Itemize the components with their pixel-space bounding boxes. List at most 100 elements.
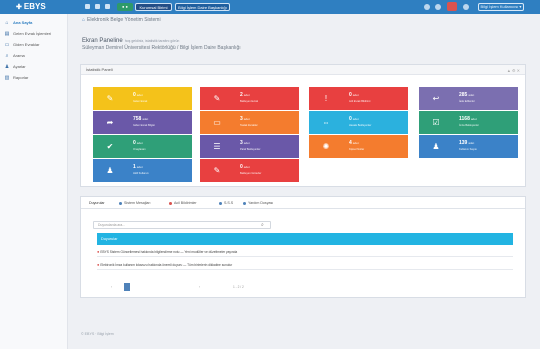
footer: © EBYS · Bilgi İşlem — [81, 332, 114, 336]
breadcrumb: ⌂ Elektronik Belge Yönetim Sistemi — [82, 16, 161, 24]
stat-value: 4adet — [349, 140, 359, 146]
stat-unit: adet — [470, 117, 477, 121]
stat-value: 3adet — [240, 116, 250, 122]
pager-current[interactable] — [124, 283, 130, 291]
stat-unit: adet — [243, 141, 250, 145]
stat-tile[interactable]: ☑ 1168adet İmza Bekleyenler — [419, 111, 518, 134]
stat-unit: adet — [352, 93, 359, 97]
check-square-icon: ☑ — [432, 117, 440, 127]
tab-label: Acil Bildirimler — [174, 201, 197, 205]
user-icon: ♟ — [106, 165, 114, 175]
stats-panel-header: İstatistik Paneli ▲ ⚙ ✕ — [81, 65, 525, 75]
stat-label: İade Edilenler — [459, 100, 475, 103]
page-subtitle: Süleyman Demirel Üniversitesi Rektörlüğü… — [82, 45, 241, 51]
document-icon: ▤ — [4, 31, 10, 37]
settings-icon[interactable] — [463, 4, 469, 10]
user-icon: ♟ — [4, 64, 10, 70]
comment-icon: ▭ — [213, 117, 221, 127]
list-item-text: Elektronik İmza kullanım kılavuzu hakkın… — [100, 263, 233, 267]
sidebar-item-reports[interactable]: ▥ Raporlar — [4, 73, 64, 82]
tab-label: Yardım Dosyası — [248, 201, 274, 205]
list-item-text: EBYS Sistem Güncellemesi hakkında bilgil… — [100, 250, 238, 254]
sidebar-item-label: Giden Evraklar — [13, 42, 40, 47]
search-icon[interactable]: ⌕ — [261, 222, 264, 228]
stat-unit: adet — [142, 117, 149, 121]
stat-tile[interactable]: ▭ 3adet Taslak Evraklar — [200, 111, 299, 134]
tab-urgent[interactable]: Acil Bildirimler — [169, 200, 197, 206]
stat-label: Onaylanan — [133, 148, 146, 151]
stat-value: 0adet — [133, 92, 143, 98]
stat-value: 0adet — [349, 116, 359, 122]
dots-icon: ••• — [323, 119, 329, 125]
sidebar-item-label: Ayarlar — [13, 64, 26, 69]
sidebar-item-label: Ana Sayfa — [13, 20, 33, 25]
sidebar-item-settings[interactable]: ♟ Ayarlar — [4, 62, 64, 71]
user-icon: ♟ — [432, 141, 440, 151]
app-logo[interactable]: ✚ EBYS — [16, 2, 46, 12]
stat-value: 0adet — [349, 92, 359, 98]
stat-tile[interactable]: ☰ 3adet Paraf Bekleyenler — [200, 135, 299, 158]
stat-tile[interactable]: ♟ 139adet Kullanıcı Sayısı — [419, 135, 518, 158]
pager-next[interactable]: › — [199, 283, 200, 291]
page-title-small: hoş geldiniz, istatistik tarafını görün — [124, 39, 180, 43]
panel-tools[interactable]: ▲ ⚙ ✕ — [507, 66, 520, 76]
stat-tile[interactable]: ✎ 0adet Gelen Evrak — [93, 87, 192, 110]
refresh-icon[interactable] — [105, 4, 110, 9]
sidebar-item-search[interactable]: ⌕ Arama — [4, 51, 64, 60]
stat-value: 285adet — [459, 92, 475, 98]
message-icon[interactable] — [435, 4, 441, 10]
stat-tile[interactable]: ✔ 0adet Onaylanan — [93, 135, 192, 158]
sidebar: ⌂ Ana Sayfa ▤ Gelen Evrak İşlemleri ▭ Giden… — [0, 14, 68, 349]
stat-unit: adet — [136, 93, 143, 97]
stat-tile[interactable]: ✺ 4adet Kişisel Notlar — [309, 135, 408, 158]
tab-faq[interactable]: S.S.S — [219, 200, 233, 206]
stat-label: Kullanıcı Sayısı — [459, 148, 477, 151]
edit-icon: ✎ — [106, 93, 114, 103]
user-menu[interactable]: Bilgi İşlem Kullanıcısı ▾ — [478, 3, 524, 11]
stat-label: Aktif Kullanıcı — [133, 172, 149, 175]
lightbulb-icon: ✺ — [322, 141, 330, 151]
app-logo-text: EBYS — [23, 2, 46, 11]
search-input[interactable]: Duyurularda ara... — [93, 221, 271, 229]
stat-value: 3adet — [240, 140, 250, 146]
stat-value: 139adet — [459, 140, 475, 146]
stat-tile[interactable]: ✎ 2adet Bekleyen Evrak — [200, 87, 299, 110]
pencil-icon: ✎ — [213, 165, 221, 175]
stat-value: 0adet — [133, 140, 143, 146]
notification-icon[interactable] — [424, 4, 430, 10]
pager-prev[interactable]: ‹ — [111, 283, 112, 291]
check-circle-icon: ✔ — [106, 141, 114, 151]
list-item[interactable]: ●Elektronik İmza kullanım kılavuzu hakkı… — [97, 260, 513, 270]
stat-tile[interactable]: ➦ 758adet Giden Evrak Bilgisi — [93, 111, 192, 134]
stat-value: 2adet — [240, 92, 250, 98]
stat-tile[interactable]: ! 0adet Acil Evrak Bildirimi — [309, 87, 408, 110]
tab-help[interactable]: Yardım Dosyası — [243, 200, 273, 206]
stat-unit: adet — [468, 141, 475, 145]
list-header: Duyurular — [97, 233, 513, 245]
sidebar-item-outgoing[interactable]: ▭ Giden Evraklar — [4, 40, 64, 49]
sidebar-item-label: Gelen Evrak İşlemleri — [13, 31, 52, 36]
unit-pill[interactable]: Kurumsal Birimi — [135, 3, 172, 11]
stat-label: Kişisel Notlar — [349, 148, 365, 151]
tab-system-messages[interactable]: Sistem Mesajları — [119, 200, 151, 206]
stat-unit: adet — [468, 93, 475, 97]
tab-label: Duyurular — [89, 201, 105, 205]
sidebar-item-home[interactable]: ⌂ Ana Sayfa — [4, 18, 64, 27]
forward-icon[interactable] — [95, 4, 100, 9]
stat-label: Paraf Bekleyenler — [240, 148, 261, 151]
search-icon: ⌕ — [5, 53, 9, 59]
stat-tile[interactable]: ✎ 0adet Bekleyen Görevler — [200, 159, 299, 182]
stat-tile[interactable]: ♟ 1adet Aktif Kullanıcı — [93, 159, 192, 182]
stat-tile[interactable]: ••• 0adet Havale Bekleyenler — [309, 111, 408, 134]
alert-badge[interactable] — [447, 2, 457, 11]
sidebar-item-incoming[interactable]: ▤ Gelen Evrak İşlemleri — [4, 29, 64, 38]
back-icon[interactable] — [85, 4, 90, 9]
stat-tile[interactable]: ↩ 285adet İade Edilenler — [419, 87, 518, 110]
list-item[interactable]: ●EBYS Sistem Güncellemesi hakkında bilgi… — [97, 247, 513, 257]
breadcrumb-text[interactable]: Elektronik Belge Yönetim Sistemi — [87, 17, 161, 23]
stat-label: İmza Bekleyenler — [459, 124, 479, 127]
sidebar-item-label: Raporlar — [13, 75, 29, 80]
department-pill[interactable]: Bilgi İşlem Daire Başkanlığı — [175, 3, 230, 11]
home-icon[interactable]: ⌂ — [82, 17, 85, 23]
tab-announcements[interactable]: Duyurular — [89, 200, 105, 206]
